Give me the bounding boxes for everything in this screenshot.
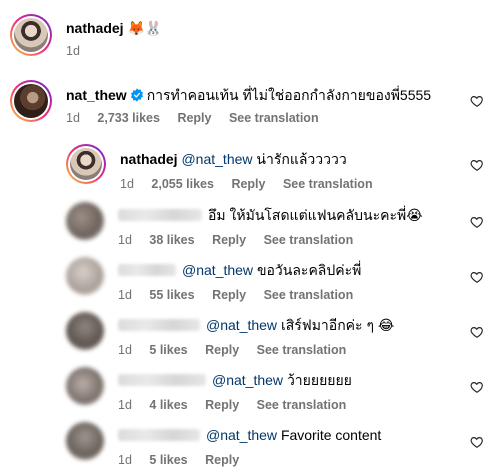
post-caption: nathadej 🦊🐰 1d: [0, 0, 498, 70]
heart-outline-icon[interactable]: [470, 215, 484, 229]
reply-likes[interactable]: 38 likes: [149, 233, 194, 247]
mention-link[interactable]: @nat_thew: [206, 317, 277, 333]
reply-text: เสิร์ฟมาอีกค่ะ ๆ 😂: [280, 317, 395, 333]
reply-username-blurred[interactable]: [118, 429, 200, 441]
reply-button[interactable]: Reply: [205, 343, 239, 357]
post-username[interactable]: nathadej: [66, 20, 124, 36]
reply-username-blurred[interactable]: [118, 209, 202, 221]
avatar[interactable]: [66, 257, 104, 295]
avatar[interactable]: [66, 312, 104, 350]
reply-text: ขอวันละคลิปค่ะพี่: [256, 262, 362, 278]
avatar[interactable]: [66, 367, 104, 405]
see-translation-button[interactable]: See translation: [264, 233, 354, 247]
heart-outline-icon[interactable]: [470, 94, 484, 108]
reply-text: Favorite content: [280, 427, 382, 443]
mention-link[interactable]: @nat_thew: [212, 372, 283, 388]
see-translation-button[interactable]: See translation: [229, 111, 319, 125]
reply-item: @nat_thew ว้ายยยยยย 1d 4 likes Reply See…: [0, 363, 498, 419]
heart-outline-icon[interactable]: [470, 270, 484, 284]
see-translation-button[interactable]: See translation: [257, 398, 347, 412]
reply-username-blurred[interactable]: [118, 264, 176, 276]
comment-likes[interactable]: 2,733 likes: [97, 111, 160, 125]
reply-likes[interactable]: 2,055 likes: [151, 177, 214, 191]
reply-text: ว้ายยยยยย: [286, 372, 352, 388]
reply-item: @nat_thew Favorite content 1d 5 likes Re…: [0, 418, 498, 474]
avatar[interactable]: [10, 80, 52, 122]
reply-time[interactable]: 1d: [118, 343, 132, 357]
reply-item: อึม ให้มันโสดแต่แฟนคลับนะคะพี่😭 1d 38 li…: [0, 198, 498, 254]
reply-username-blurred[interactable]: [118, 374, 206, 386]
reply-button[interactable]: Reply: [177, 111, 211, 125]
heart-outline-icon[interactable]: [470, 380, 484, 394]
reply-button[interactable]: Reply: [231, 177, 265, 191]
avatar[interactable]: [66, 144, 106, 184]
reply-time[interactable]: 1d: [118, 233, 132, 247]
reply-time[interactable]: 1d: [118, 398, 132, 412]
comment-time[interactable]: 1d: [66, 111, 80, 125]
reply-time[interactable]: 1d: [118, 453, 132, 467]
heart-outline-icon[interactable]: [470, 158, 484, 172]
reply-button[interactable]: Reply: [212, 288, 246, 302]
reply-likes[interactable]: 55 likes: [149, 288, 194, 302]
reply-item: nathadej @nat_thew น่ารักแล้ววววว 1d 2,0…: [0, 140, 498, 196]
mention-link[interactable]: @nat_thew: [182, 262, 253, 278]
reply-text: อึม ให้มันโสดแต่แฟนคลับนะคะพี่😭: [208, 207, 423, 223]
comment-username[interactable]: nat_thew: [66, 87, 127, 103]
reply-text: น่ารักแล้ววววว: [256, 151, 347, 167]
mention-link[interactable]: @nat_thew: [206, 427, 277, 443]
post-caption-text: 🦊🐰: [127, 20, 163, 36]
comment-text: การทำคอนเท้น ที่ไม่ใช่ออกกำลังกายของพี่5…: [146, 87, 432, 103]
reply-time[interactable]: 1d: [118, 288, 132, 302]
see-translation-button[interactable]: See translation: [264, 288, 354, 302]
reply-item: @nat_thew เสิร์ฟมาอีกค่ะ ๆ 😂 1d 5 likes …: [0, 308, 498, 364]
avatar[interactable]: [66, 202, 104, 240]
reply-button[interactable]: Reply: [212, 233, 246, 247]
verified-badge-icon: [130, 88, 143, 102]
reply-likes[interactable]: 4 likes: [149, 398, 187, 412]
reply-button[interactable]: Reply: [205, 453, 239, 467]
heart-outline-icon[interactable]: [470, 435, 484, 449]
avatar[interactable]: [66, 422, 104, 460]
comment-item: nat_thew การทำคอนเท้น ที่ไม่ใช่ออกกำลังกา…: [0, 74, 498, 134]
reply-time[interactable]: 1d: [120, 177, 134, 191]
reply-username[interactable]: nathadej: [120, 151, 178, 167]
avatar[interactable]: [10, 14, 52, 56]
see-translation-button[interactable]: See translation: [283, 177, 373, 191]
reply-likes[interactable]: 5 likes: [149, 343, 187, 357]
post-time[interactable]: 1d: [66, 44, 80, 58]
mention-link[interactable]: @nat_thew: [181, 151, 252, 167]
reply-item: @nat_thew ขอวันละคลิปค่ะพี่ 1d 55 likes …: [0, 253, 498, 309]
heart-outline-icon[interactable]: [470, 325, 484, 339]
reply-username-blurred[interactable]: [118, 319, 200, 331]
reply-button[interactable]: Reply: [205, 398, 239, 412]
reply-likes[interactable]: 5 likes: [149, 453, 187, 467]
see-translation-button[interactable]: See translation: [257, 343, 347, 357]
